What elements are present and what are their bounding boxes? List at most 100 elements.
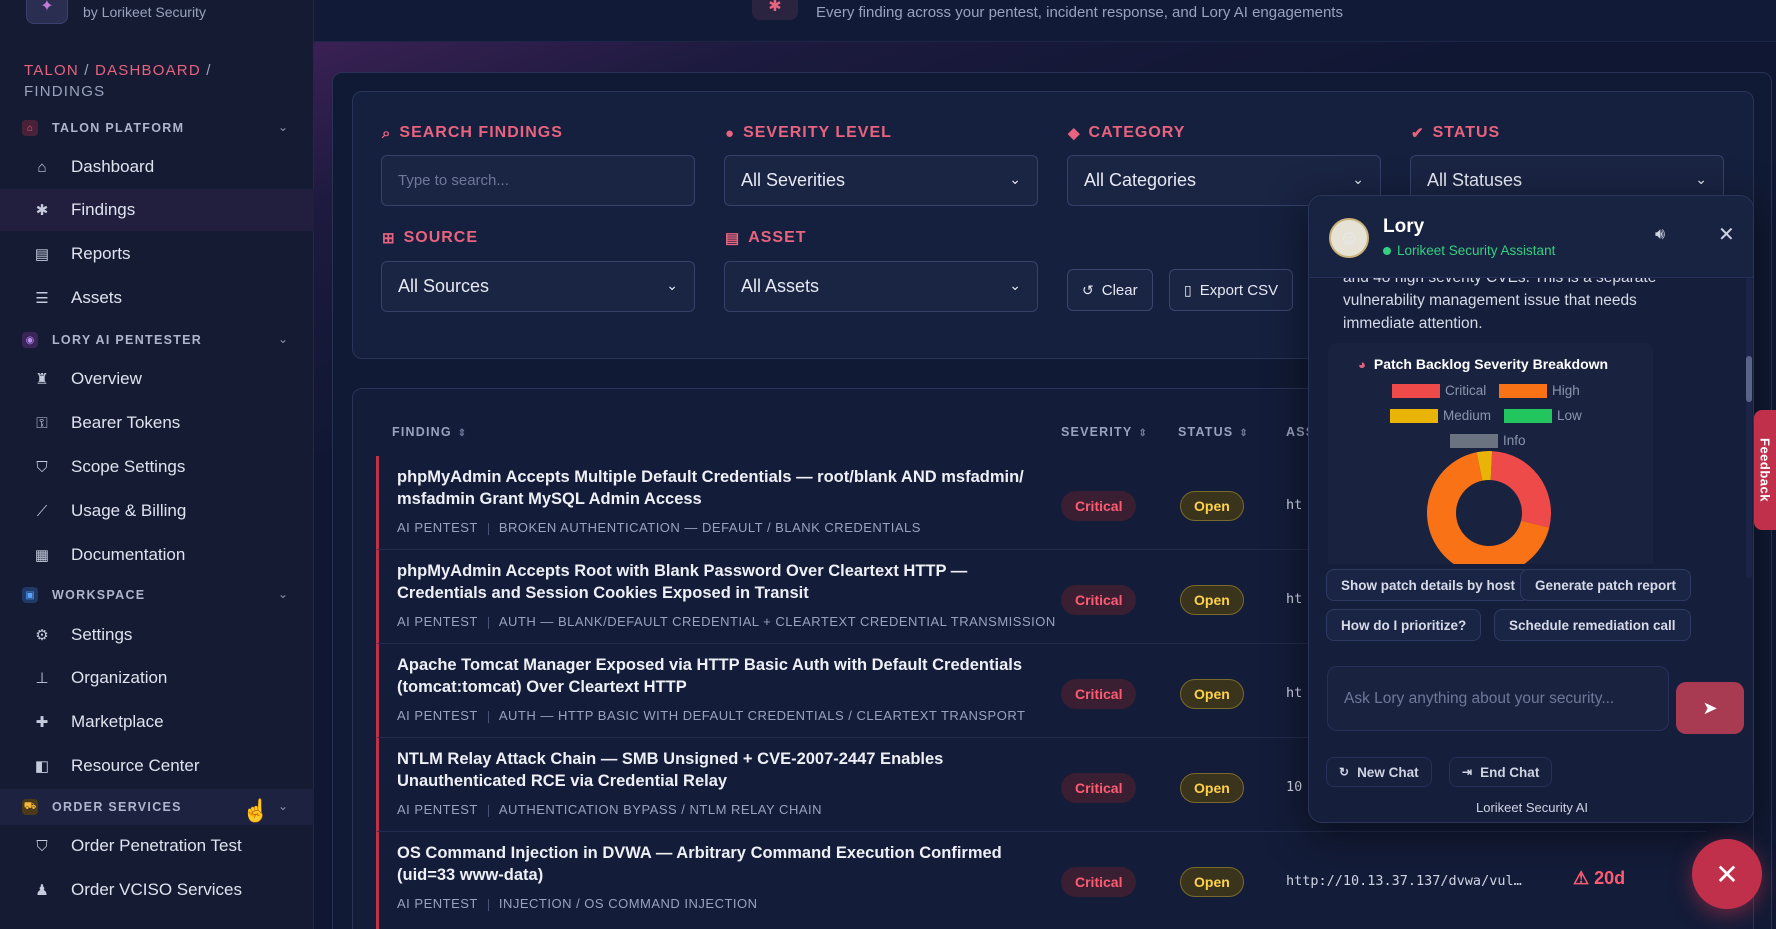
suggestion-chip[interactable]: Generate patch report <box>1520 569 1692 601</box>
category-label-text: CATEGORY <box>1088 124 1186 141</box>
brand-logo-icon[interactable]: ✦ <box>26 0 68 24</box>
check-circle-icon: ✔ <box>1411 125 1425 142</box>
user-tie-icon: ♟ <box>35 882 49 899</box>
clear-button[interactable]: ↺ Clear <box>1067 269 1153 311</box>
sidebar-item-reports[interactable]: ▤ Reports <box>0 233 314 275</box>
finding-title[interactable]: phpMyAdmin Accepts Root with Blank Passw… <box>397 560 1027 604</box>
sidebar-item-label: Bearer Tokens <box>71 413 181 432</box>
sidebar-item-scope-settings[interactable]: ⛉ Scope Settings <box>0 446 314 488</box>
chat-input[interactable]: Ask Lory anything about your security... <box>1327 666 1669 731</box>
sign-out-icon: ⇥ <box>1462 765 1473 779</box>
severity-select-value: All Severities <box>741 170 846 190</box>
chevron-down-icon: ⌄ <box>277 120 288 134</box>
close-chat-fab[interactable]: ✕ <box>1692 839 1762 909</box>
category-label: ◆ CATEGORY <box>1068 124 1185 142</box>
send-button[interactable]: ➤ <box>1676 682 1744 734</box>
shield-icon: ⛉ <box>36 458 48 476</box>
breadcrumb-talon[interactable]: TALON <box>24 62 79 79</box>
sidebar-item-dashboard[interactable]: ⌂ Dashboard <box>0 146 314 188</box>
finding-title[interactable]: Apache Tomcat Manager Exposed via HTTP B… <box>397 654 1027 698</box>
pie-chart-icon: ◕ <box>1358 356 1366 372</box>
bug-icon: ✱ <box>752 0 798 20</box>
feedback-tab[interactable]: Feedback <box>1754 410 1776 530</box>
bug-icon: ✱ <box>35 202 49 219</box>
chat-scrollbar[interactable] <box>1746 278 1752 578</box>
sidebar-item-overview[interactable]: ♜ Overview <box>0 358 314 400</box>
avatar: ☺ <box>1329 218 1369 258</box>
suggestion-chip[interactable]: How do I prioritize? <box>1326 609 1482 641</box>
chat-role-text: Lorikeet Security Assistant <box>1397 243 1556 258</box>
page-header: ✱ Every finding across your pentest, inc… <box>314 0 1776 42</box>
sidebar-item-assets[interactable]: ☰ Assets <box>0 277 314 319</box>
finding-category: INJECTION / OS COMMAND INJECTION <box>498 896 758 911</box>
finding-title[interactable]: NTLM Relay Attack Chain — SMB Unsigned +… <box>397 748 1027 792</box>
asset-label: ▤ ASSET <box>725 229 807 247</box>
online-status-dot <box>1383 246 1391 255</box>
suggestion-chip[interactable]: Show patch details by host <box>1326 569 1531 601</box>
volume-icon[interactable]: 🔊︎ <box>1655 226 1665 244</box>
asset-select[interactable]: All Assets ⌄ <box>724 261 1038 312</box>
legend-swatch-medium <box>1390 408 1438 423</box>
status-badge: Open <box>1180 679 1244 709</box>
finding-category: AUTHENTICATION BYPASS / NTLM RELAY CHAIN <box>498 802 823 817</box>
breadcrumb-dashboard[interactable]: DASHBOARD <box>95 62 201 79</box>
export-csv-button[interactable]: ▯ Export CSV <box>1169 269 1294 311</box>
sidebar-item-bearer-tokens[interactable]: ⚿ Bearer Tokens <box>0 402 314 444</box>
table-row[interactable]: OS Command Injection in DVWA — Arbitrary… <box>376 832 1706 929</box>
home-icon: ⌂ <box>37 158 47 176</box>
sidebar-item-organization[interactable]: ⊥ Organization <box>0 657 314 699</box>
chevron-down-icon: ⌄ <box>1695 171 1707 187</box>
close-icon[interactable]: ✕ <box>1718 222 1735 247</box>
finding-source: AI PENTEST <box>397 520 478 535</box>
finding-title[interactable]: OS Command Injection in DVWA — Arbitrary… <box>397 842 1027 886</box>
legend-item-critical: Critical <box>1392 383 1486 398</box>
clipboard-icon: ▤ <box>34 246 50 263</box>
asset-url[interactable]: ht <box>1286 685 1302 701</box>
finding-title[interactable]: phpMyAdmin Accepts Multiple Default Cred… <box>397 466 1027 510</box>
asset-url[interactable]: ht <box>1286 497 1302 513</box>
search-placeholder: Type to search... <box>398 172 509 189</box>
mouse-cursor-icon: ☝ <box>242 798 270 823</box>
sidebar-item-order-vciso-services[interactable]: ♟ Order VCISO Services <box>0 869 314 911</box>
chat-assistant-role: Lorikeet Security Assistant <box>1383 243 1555 258</box>
section-lory-ai-pentester[interactable]: ◉ LORY AI PENTESTER ⌄ <box>0 322 314 358</box>
asset-label-text: ASSET <box>748 229 807 246</box>
section-title: TALON PLATFORM <box>52 121 185 135</box>
source-select[interactable]: All Sources ⌄ <box>381 261 695 312</box>
severity-label-text: SEVERITY LEVEL <box>743 124 892 141</box>
sort-icon: ⇕ <box>1239 428 1249 439</box>
section-talon-platform[interactable]: ⌂ TALON PLATFORM ⌄ <box>0 110 314 146</box>
source-label-text: SOURCE <box>403 229 479 246</box>
legend-label: High <box>1552 383 1580 398</box>
chat-scrollbar-thumb[interactable] <box>1746 356 1752 402</box>
status-badge: Open <box>1180 491 1244 521</box>
asset-url[interactable]: ht <box>1286 591 1302 607</box>
search-icon: ⌕ <box>382 124 392 142</box>
sidebar-item-marketplace[interactable]: ✚ Marketplace <box>0 701 314 743</box>
finding-category: BROKEN AUTHENTICATION — DEFAULT / BLANK … <box>498 520 921 535</box>
column-header-finding[interactable]: FINDING ⇕ <box>392 425 467 439</box>
end-chat-button[interactable]: ⇥ End Chat <box>1449 757 1553 787</box>
sidebar-item-settings[interactable]: ⚙ Settings <box>0 614 314 656</box>
paper-plane-icon: ➤ <box>1702 697 1718 718</box>
sidebar-item-findings[interactable]: ✱ Findings <box>0 189 314 231</box>
suggestion-chip[interactable]: Schedule remediation call <box>1494 609 1691 641</box>
severity-select[interactable]: All Severities ⌄ <box>724 155 1038 206</box>
sidebar-item-resource-center[interactable]: ◧ Resource Center <box>0 745 314 787</box>
search-input[interactable]: Type to search... <box>381 155 695 206</box>
sidebar-item-usage-billing[interactable]: ⟋ Usage & Billing <box>0 490 314 532</box>
shield-icon: ⛉ <box>36 837 48 855</box>
asset-url[interactable]: 10 <box>1286 779 1302 795</box>
column-header-status[interactable]: STATUS ⇕ <box>1178 425 1249 439</box>
asset-url[interactable]: http://10.13.37.137/dvwa/vul… <box>1286 873 1522 889</box>
search-label-text: SEARCH FINDINGS <box>399 124 563 141</box>
new-chat-button[interactable]: ↻ New Chat <box>1326 757 1432 787</box>
chevron-down-icon: ⌄ <box>277 587 288 601</box>
search-label: ⌕ SEARCH FINDINGS <box>382 124 563 142</box>
sidebar-item-documentation[interactable]: ▦ Documentation <box>0 534 314 576</box>
column-header-severity[interactable]: SEVERITY ⇕ <box>1061 425 1148 439</box>
section-workspace[interactable]: ▣ WORKSPACE ⌄ <box>0 577 314 613</box>
column-header-label: SEVERITY <box>1061 425 1133 439</box>
key-icon: ⚿ <box>36 414 48 432</box>
sidebar-item-order-penetration-test[interactable]: ⛉ Order Penetration Test <box>0 825 314 867</box>
